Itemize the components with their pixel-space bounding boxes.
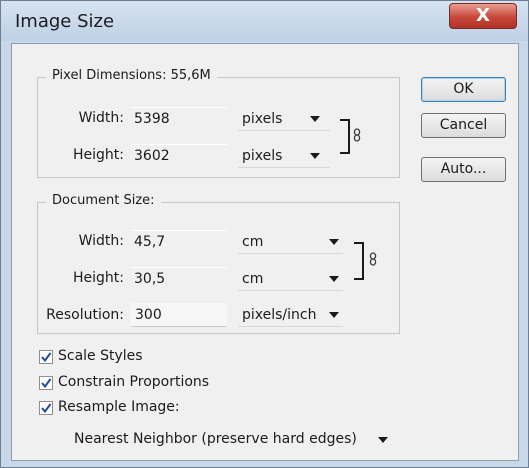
document-height-unit-value: cm xyxy=(242,271,264,287)
scale-styles-checkbox[interactable] xyxy=(39,350,53,364)
resolution-unit-select[interactable]: pixels/inch xyxy=(238,303,343,327)
chevron-down-icon xyxy=(329,239,339,245)
close-button[interactable]: X xyxy=(449,3,517,29)
pixel-dimensions-legend: Pixel Dimensions: 55,6M xyxy=(46,68,217,83)
document-width-label: Width: xyxy=(78,233,124,249)
checkmark-icon xyxy=(41,378,52,389)
resolution-label: Resolution: xyxy=(46,307,124,323)
document-constrain-bracket xyxy=(354,242,364,280)
resolution-unit-value: pixels/inch xyxy=(242,307,317,323)
cancel-button[interactable]: Cancel xyxy=(421,113,506,138)
chevron-down-icon xyxy=(310,116,320,122)
document-width-unit-select[interactable]: cm xyxy=(238,230,343,254)
resample-method-select[interactable]: Nearest Neighbor (preserve hard edges) xyxy=(74,431,404,451)
document-height-field[interactable]: 30,5 xyxy=(131,267,227,291)
dialog-client-area: Pixel Dimensions: 55,6M Width: 5398 pixe… xyxy=(11,43,519,461)
document-size-legend: Document Size: xyxy=(46,193,161,208)
pixel-constrain-bracket xyxy=(340,119,350,154)
pixel-width-unit-select[interactable]: pixels xyxy=(238,107,330,131)
pixel-height-label: Height: xyxy=(73,147,124,163)
chevron-down-icon xyxy=(329,312,339,318)
chevron-down-icon xyxy=(310,153,320,159)
chevron-down-icon xyxy=(329,276,339,282)
document-height-unit-select[interactable]: cm xyxy=(238,267,343,291)
constrain-proportions-label[interactable]: Constrain Proportions xyxy=(58,374,209,390)
title-bar[interactable]: Image Size X xyxy=(1,1,528,41)
document-width-unit-value: cm xyxy=(242,234,264,250)
scale-styles-label[interactable]: Scale Styles xyxy=(58,348,143,364)
pixel-width-unit-value: pixels xyxy=(242,111,283,127)
resample-image-checkbox[interactable] xyxy=(39,401,53,415)
resample-image-label[interactable]: Resample Image: xyxy=(58,399,180,415)
ok-button[interactable]: OK xyxy=(421,77,506,102)
image-size-dialog: Image Size X Pixel Dimensions: 55,6M Wid… xyxy=(0,0,529,468)
constrain-proportions-checkbox[interactable] xyxy=(39,376,53,390)
document-width-field[interactable]: 45,7 xyxy=(131,230,227,254)
pixel-width-field[interactable]: 5398 xyxy=(131,107,227,131)
chain-link-icon xyxy=(369,252,377,266)
auto-button[interactable]: Auto... xyxy=(421,157,506,182)
checkmark-icon xyxy=(41,403,52,414)
chain-link-icon xyxy=(353,128,361,142)
resample-method-value: Nearest Neighbor (preserve hard edges) xyxy=(74,431,357,447)
resolution-field[interactable]: 300 xyxy=(131,303,227,327)
pixel-height-unit-value: pixels xyxy=(242,148,283,164)
pixel-width-label: Width: xyxy=(78,110,124,126)
pixel-height-field[interactable]: 3602 xyxy=(131,144,227,168)
checkmark-icon xyxy=(41,352,52,363)
chevron-down-icon xyxy=(378,437,388,443)
pixel-height-unit-select[interactable]: pixels xyxy=(238,144,330,168)
document-height-label: Height: xyxy=(73,270,124,286)
dialog-title: Image Size xyxy=(15,11,115,32)
